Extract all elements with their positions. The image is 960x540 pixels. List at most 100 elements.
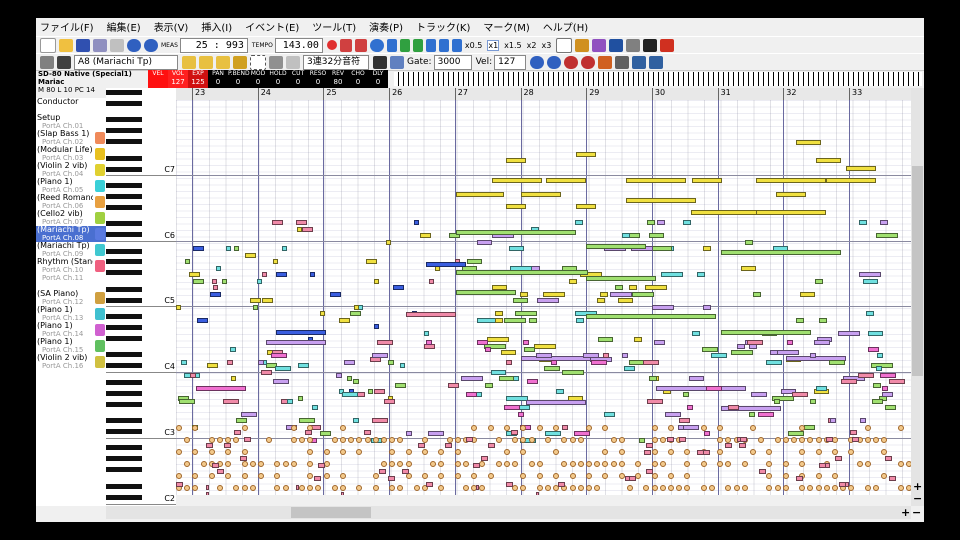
midi-note[interactable] — [826, 436, 833, 442]
drum-hit[interactable] — [791, 437, 797, 443]
pencil-icon[interactable] — [182, 55, 196, 69]
drum-hit[interactable] — [815, 473, 822, 479]
drum-hit[interactable] — [422, 449, 428, 455]
measure-number[interactable]: 24 — [257, 88, 271, 100]
drum-hit[interactable] — [766, 485, 773, 491]
midi-note[interactable] — [418, 443, 425, 448]
menu-file[interactable]: ファイル(F) — [40, 19, 94, 34]
midi-note[interactable] — [364, 430, 371, 435]
note-length-icon[interactable] — [286, 55, 300, 69]
midi-note[interactable] — [725, 443, 732, 448]
drum-hit[interactable] — [561, 437, 568, 443]
drum-hit[interactable] — [569, 473, 576, 479]
drum-hit[interactable] — [832, 473, 838, 479]
black-key[interactable] — [106, 270, 142, 276]
midi-note[interactable] — [429, 278, 434, 284]
midi-note[interactable] — [305, 430, 312, 435]
midi-note[interactable] — [250, 298, 261, 303]
drum-hit[interactable] — [340, 473, 346, 479]
drum-hit[interactable] — [700, 461, 707, 467]
drum-hit[interactable] — [799, 485, 806, 491]
rewind-start-icon[interactable] — [386, 38, 397, 52]
drum-hit[interactable] — [610, 461, 617, 467]
midi-note[interactable] — [841, 379, 857, 384]
midi-note[interactable] — [615, 285, 623, 290]
track-row[interactable]: Setup PortA Ch.01 — [36, 114, 106, 130]
midi-note[interactable] — [426, 340, 432, 345]
midi-note[interactable] — [511, 430, 518, 435]
track-instrument-icon[interactable] — [95, 292, 105, 304]
drum-hit[interactable] — [651, 461, 658, 467]
drum-hit[interactable] — [717, 425, 724, 431]
midi-note[interactable] — [414, 220, 419, 225]
midi-note[interactable] — [814, 340, 830, 345]
midi-note[interactable] — [366, 259, 377, 264]
drum-hit[interactable] — [602, 449, 609, 455]
drum-hit[interactable] — [668, 449, 674, 455]
track-instrument-icon[interactable] — [95, 356, 105, 368]
drum-hit[interactable] — [192, 449, 199, 455]
midi-note[interactable] — [272, 220, 283, 225]
midi-note[interactable] — [426, 482, 433, 487]
midi-note[interactable] — [509, 246, 524, 251]
midi-note[interactable] — [776, 192, 806, 197]
track-row[interactable]: (Cello2 vib) PortA Ch.07 — [36, 210, 106, 226]
midi-note[interactable] — [506, 395, 528, 401]
track-row[interactable]: (Slap Bass 1) PortA Ch.02 — [36, 130, 106, 146]
drum-hit[interactable] — [700, 425, 707, 431]
drum-hit[interactable] — [356, 437, 363, 443]
midi-note[interactable] — [485, 346, 491, 352]
midi-note[interactable] — [868, 346, 879, 352]
track-list-icon[interactable] — [40, 55, 54, 69]
zoom-fit-icon[interactable] — [581, 55, 596, 69]
midi-note[interactable] — [244, 436, 251, 442]
drum-hit[interactable] — [709, 485, 715, 491]
midi-note[interactable] — [576, 204, 596, 209]
midi-note[interactable] — [488, 443, 495, 448]
drum-hit[interactable] — [372, 473, 379, 479]
drum-hit[interactable] — [405, 449, 412, 455]
drum-hit[interactable] — [454, 437, 461, 443]
speed-x3[interactable]: x3 — [541, 41, 551, 50]
drum-hit[interactable] — [782, 461, 789, 467]
midi-note[interactable] — [792, 392, 808, 397]
midi-note[interactable] — [556, 389, 564, 394]
midi-note[interactable] — [657, 220, 665, 225]
midi-note[interactable] — [872, 398, 883, 404]
brush-icon[interactable] — [233, 55, 247, 69]
midi-note[interactable] — [882, 392, 893, 397]
drum-hit[interactable] — [545, 485, 551, 491]
midi-note[interactable] — [206, 492, 209, 495]
drum-hit[interactable] — [725, 485, 732, 491]
track-row[interactable]: Rhythm (Standard)PortA Ch.10 — [36, 258, 106, 274]
black-key[interactable] — [106, 494, 142, 500]
drum-hit[interactable] — [602, 425, 609, 431]
midi-note[interactable] — [222, 278, 227, 284]
step-back-icon[interactable] — [412, 38, 423, 52]
drum-hit[interactable] — [668, 425, 674, 431]
drum-hit[interactable] — [258, 473, 264, 479]
midi-note[interactable] — [266, 340, 326, 345]
piano-roll-icon[interactable] — [57, 55, 71, 69]
window-icon[interactable] — [556, 37, 573, 53]
midi-note[interactable] — [223, 398, 239, 404]
controller-mod[interactable]: MOD 0 — [248, 70, 268, 88]
midi-note[interactable] — [610, 291, 632, 297]
drum-hit[interactable] — [397, 461, 404, 467]
drum-hit[interactable] — [569, 437, 576, 443]
track-row[interactable]: (Violin 2 vib) PortA Ch.16 — [36, 354, 106, 370]
midi-note[interactable] — [504, 405, 520, 410]
drum-hit[interactable] — [651, 485, 658, 491]
midi-note[interactable] — [520, 291, 528, 297]
drum-hit[interactable] — [331, 437, 338, 443]
drum-hit[interactable] — [799, 437, 806, 443]
drum-hit[interactable] — [602, 473, 609, 479]
midi-note[interactable] — [320, 431, 331, 436]
drum-hit[interactable] — [192, 485, 199, 491]
drum-hit[interactable] — [249, 485, 256, 491]
midi-note[interactable] — [456, 270, 588, 275]
midi-note[interactable] — [745, 239, 753, 245]
drum-hit[interactable] — [217, 437, 223, 443]
drum-hit[interactable] — [208, 473, 215, 479]
drum-hit[interactable] — [881, 449, 888, 455]
